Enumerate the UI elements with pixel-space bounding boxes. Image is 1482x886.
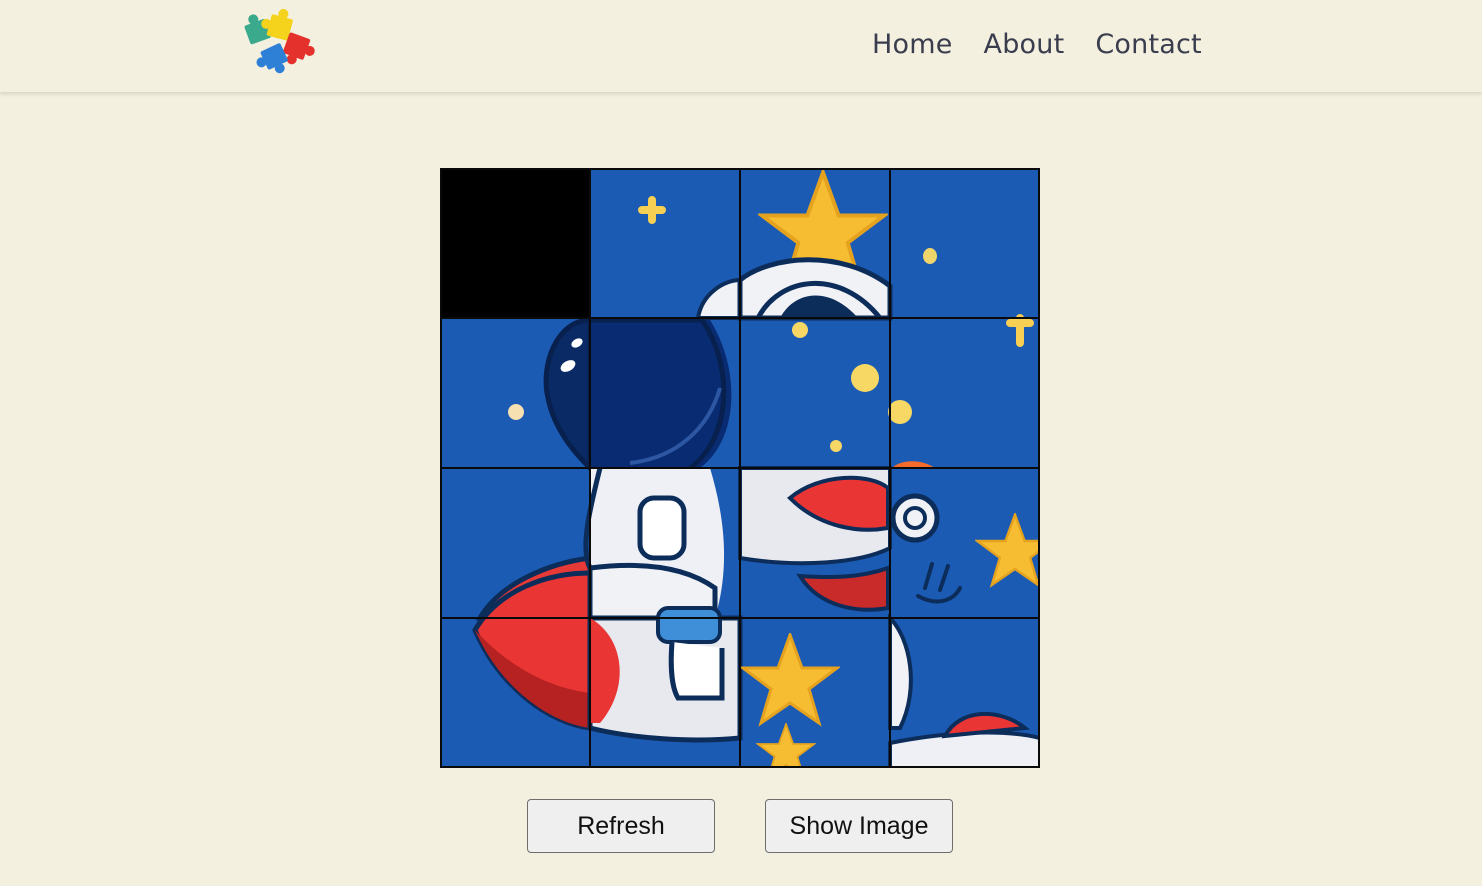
- puzzle-logo-icon[interactable]: [238, 8, 324, 84]
- sliding-puzzle-board: [440, 168, 1040, 768]
- puzzle-tile-r1c1[interactable]: [590, 317, 732, 471]
- puzzle-tile-r3c1[interactable]: [587, 606, 743, 743]
- puzzle-tile-r2c2[interactable]: [738, 466, 892, 618]
- nav-contact-link[interactable]: Contact: [1095, 28, 1201, 62]
- puzzle-tile-empty: [440, 168, 590, 318]
- site-header: Home About Contact: [0, 0, 1482, 92]
- show-image-button[interactable]: Show Image: [765, 799, 953, 853]
- puzzle-tile-r0c3[interactable]: [923, 248, 937, 264]
- nav-about-link[interactable]: About: [984, 28, 1065, 62]
- puzzle-tile-r2c1[interactable]: [583, 467, 725, 621]
- main-nav: Home About Contact: [872, 28, 1202, 62]
- refresh-button[interactable]: Refresh: [527, 799, 715, 853]
- nav-home-link[interactable]: Home: [872, 28, 953, 62]
